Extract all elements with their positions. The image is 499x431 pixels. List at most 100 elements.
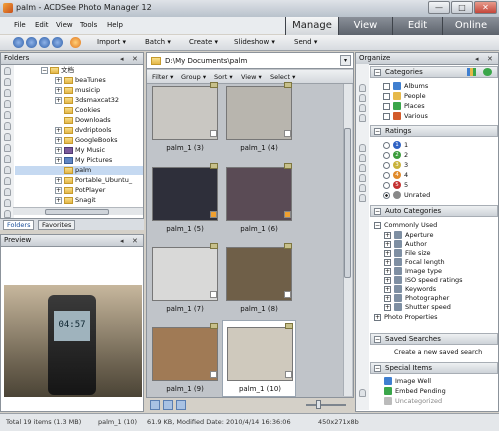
scroll-thumb[interactable] (344, 128, 351, 278)
auto-item[interactable]: + Photographer (384, 294, 449, 303)
categories-icon[interactable] (467, 68, 476, 76)
lock-icon[interactable] (4, 133, 11, 141)
refresh-icon[interactable] (52, 37, 63, 48)
expand-icon[interactable]: + (374, 313, 381, 321)
folder-item-selected[interactable]: palm (15, 166, 143, 175)
lock-icon[interactable] (359, 144, 366, 152)
thumbnail[interactable]: palm_1 (4) (222, 82, 296, 164)
thumbnail-checkbox-tagged[interactable] (284, 211, 291, 218)
thumbnail-checkbox[interactable] (210, 371, 217, 378)
lock-icon[interactable] (4, 89, 11, 97)
auto-item[interactable]: + Keywords (384, 285, 436, 294)
expand-icon[interactable]: + (55, 86, 62, 94)
group-menu[interactable]: Group ▾ (181, 73, 206, 81)
rating-2[interactable]: 22 (383, 151, 408, 160)
close-pane-icon[interactable]: ✕ (132, 236, 138, 247)
back-icon[interactable] (13, 37, 24, 48)
category-checkbox[interactable] (383, 82, 390, 90)
auto-item[interactable]: + Focal length (384, 258, 445, 267)
auto-item[interactable]: + Photo Properties (374, 313, 437, 322)
rating-radio[interactable] (383, 161, 390, 169)
lock-icon[interactable] (4, 210, 11, 218)
lock-icon[interactable] (359, 154, 366, 162)
close-button[interactable]: ✕ (474, 1, 497, 14)
lock-icon[interactable] (4, 111, 11, 119)
expand-icon[interactable]: + (55, 176, 62, 184)
thumbnail[interactable]: palm_1 (8) (222, 243, 296, 325)
filter-menu[interactable]: Filter ▾ (152, 73, 173, 81)
home-icon[interactable] (70, 37, 81, 48)
auto-item[interactable]: + Author (384, 240, 427, 249)
lock-icon[interactable] (359, 194, 366, 202)
zoom-slider[interactable] (306, 404, 346, 406)
lock-icon[interactable] (4, 122, 11, 130)
close-pane-icon[interactable]: ✕ (132, 54, 138, 65)
collapse-icon[interactable]: − (374, 221, 381, 229)
thumbnail-checkbox[interactable] (210, 291, 217, 298)
expand-icon[interactable]: + (384, 303, 391, 311)
thumbnail[interactable]: palm_1 (6) (222, 163, 296, 245)
thumbnail[interactable]: palm_1 (3) (148, 82, 222, 164)
rating-radio[interactable] (383, 181, 390, 189)
rating-radio[interactable] (383, 151, 390, 159)
thumbnail-checkbox-tagged[interactable] (210, 211, 217, 218)
lock-icon[interactable] (4, 199, 11, 207)
lock-icon[interactable] (4, 188, 11, 196)
category-various[interactable]: Various (383, 112, 428, 121)
folder-item[interactable]: + beaTunes (55, 76, 106, 85)
expand-icon[interactable]: + (384, 258, 391, 266)
rating-unrated[interactable]: Unrated (383, 191, 430, 200)
zoom-slider-handle[interactable] (316, 400, 321, 409)
tab-edit[interactable]: Edit (392, 17, 442, 35)
folders-hscroll[interactable] (13, 207, 143, 215)
scroll-thumb[interactable] (45, 209, 109, 215)
special-embed-pending[interactable]: Embed Pending (384, 387, 446, 396)
thumbnail-checkbox[interactable] (285, 371, 292, 378)
auto-item[interactable]: + File size (384, 249, 431, 258)
view-mode-icon[interactable] (150, 400, 160, 410)
lock-icon[interactable] (359, 114, 366, 122)
import-button[interactable]: Import ▾ (97, 38, 126, 46)
expand-icon[interactable]: + (384, 249, 391, 257)
auto-item[interactable]: + ISO speed ratings (384, 276, 463, 285)
expand-icon[interactable]: + (384, 285, 391, 293)
tab-manage[interactable]: Manage (285, 17, 338, 35)
collapse-icon[interactable]: − (374, 365, 381, 372)
lock-icon[interactable] (359, 164, 366, 172)
menu-help[interactable]: Help (107, 21, 123, 29)
expand-icon[interactable]: + (55, 146, 62, 154)
section-saved-searches[interactable]: − Saved Searches (370, 333, 498, 345)
view-mode-icon[interactable] (176, 400, 186, 410)
up-icon[interactable] (39, 37, 50, 48)
section-special-items[interactable]: − Special Items (370, 362, 498, 374)
pin-icon[interactable]: ◂ (120, 236, 124, 247)
category-people[interactable]: People (383, 92, 426, 101)
tab-view[interactable]: View (338, 17, 392, 35)
collapse-icon[interactable]: − (374, 336, 381, 343)
thumbnail[interactable]: palm_1 (9) (148, 323, 222, 405)
view-menu[interactable]: View ▾ (241, 73, 262, 81)
auto-item[interactable]: + Image type (384, 267, 442, 276)
thumbnail-checkbox[interactable] (284, 291, 291, 298)
expand-icon[interactable]: + (55, 76, 62, 84)
expand-icon[interactable]: + (55, 126, 62, 134)
menu-tools[interactable]: Tools (80, 21, 97, 29)
slideshow-button[interactable]: Slideshow ▾ (234, 38, 275, 46)
category-checkbox[interactable] (383, 102, 390, 110)
maximize-button[interactable]: □ (451, 1, 473, 14)
category-places[interactable]: Places (383, 102, 425, 111)
auto-item[interactable]: + Aperture (384, 231, 433, 240)
folder-item[interactable]: + musicip (55, 86, 100, 95)
rating-1[interactable]: 11 (383, 141, 408, 150)
thumbnail-checkbox[interactable] (284, 130, 291, 137)
folder-item[interactable]: + Snagit (55, 196, 96, 205)
minimize-button[interactable]: — (428, 1, 450, 14)
rating-4[interactable]: 44 (383, 171, 408, 180)
thumbnail-checkbox[interactable] (210, 130, 217, 137)
lock-icon[interactable] (4, 155, 11, 163)
folder-item[interactable]: + Portable_Ubuntu_ (55, 176, 132, 185)
expand-icon[interactable]: + (55, 136, 62, 144)
special-uncategorized[interactable]: Uncategorized (384, 397, 442, 406)
folder-item[interactable]: Cookies (64, 106, 100, 115)
folder-item[interactable]: Downloads (64, 116, 111, 125)
